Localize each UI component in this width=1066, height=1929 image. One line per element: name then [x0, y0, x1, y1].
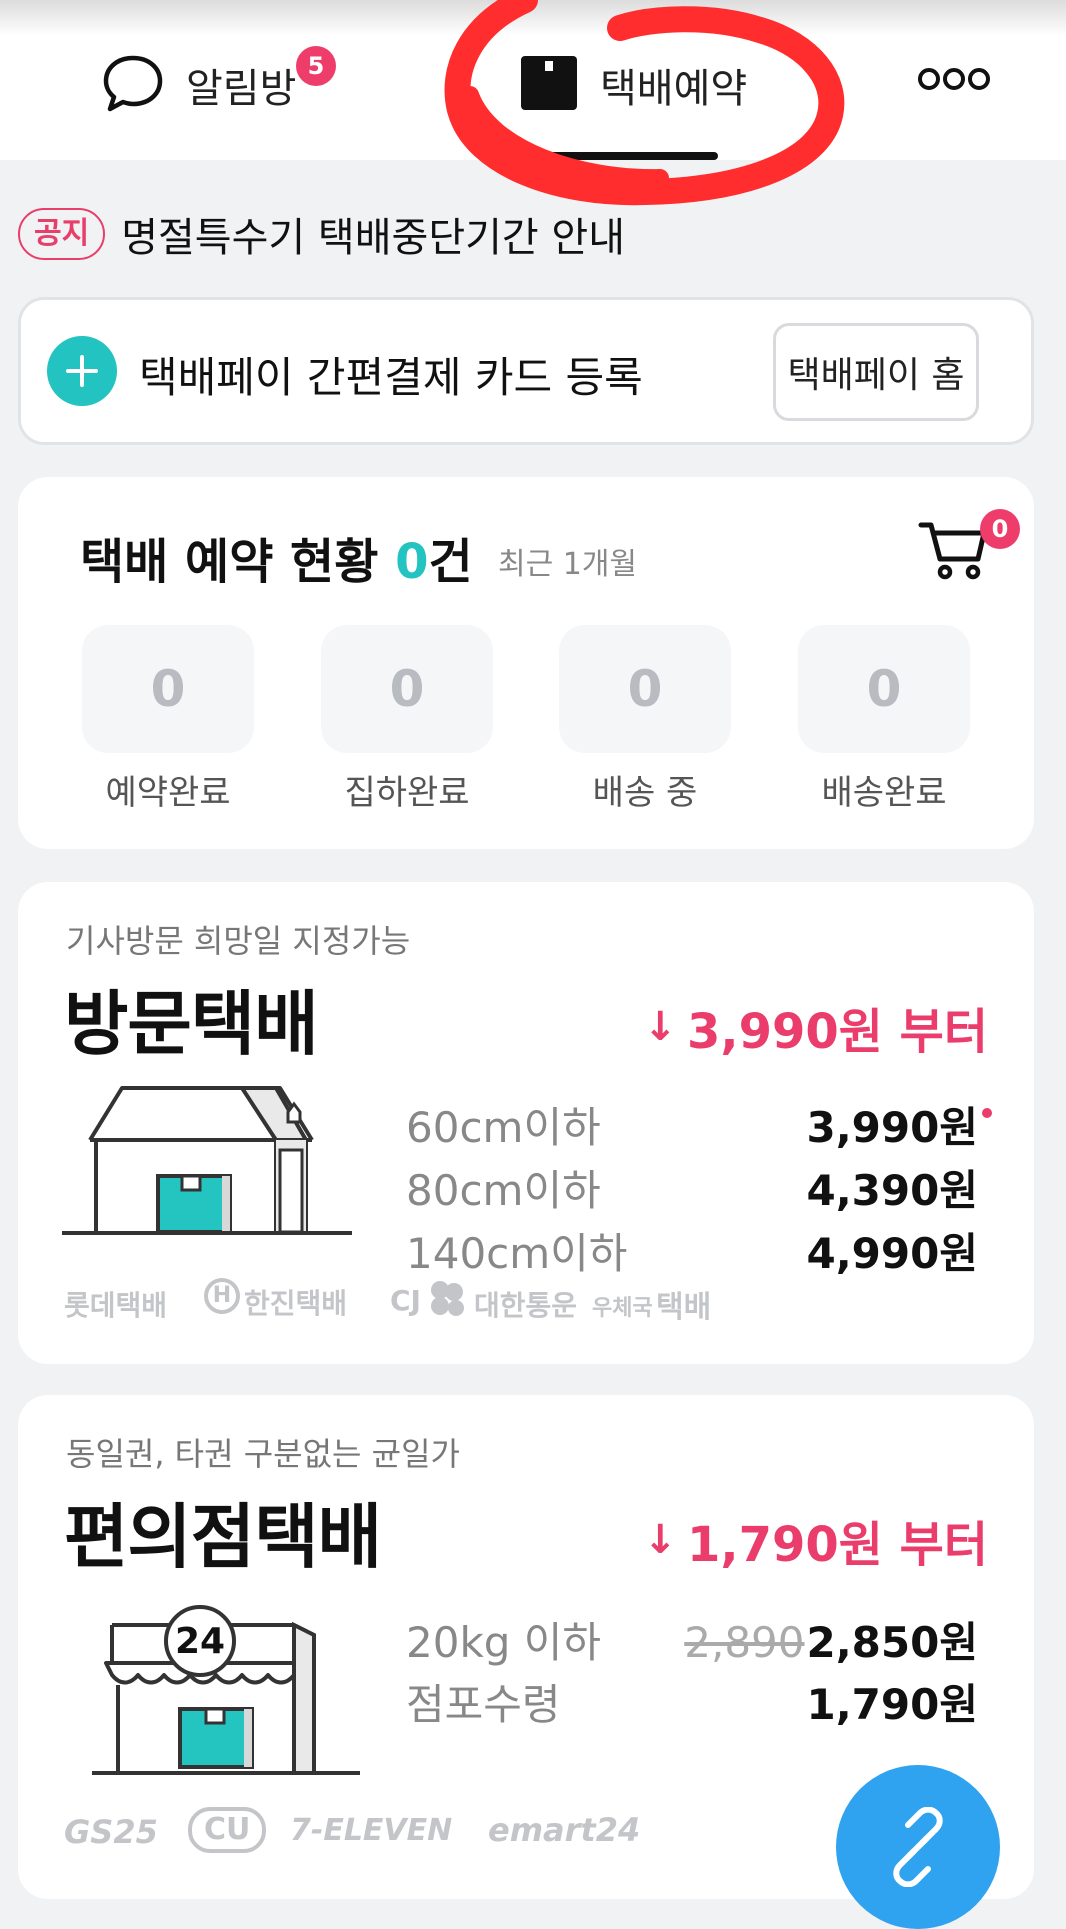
price-row: 140cm이하 4,990원	[406, 1220, 1006, 1280]
price-row: 60cm이하 3,990원	[406, 1094, 1006, 1154]
store-illustration: 24	[62, 1605, 362, 1781]
status-value: 0	[559, 625, 731, 753]
cart-badge: 0	[980, 509, 1020, 549]
status-label: 배송 중	[592, 773, 698, 813]
top-tab-bar: 알림방 5 택배예약	[0, 0, 1066, 160]
lotte-logo: 롯데택배	[64, 1289, 168, 1322]
hanjin-logo: 한진택배	[244, 1287, 348, 1320]
cvs-subtitle: 동일권, 타권 구분없는 균일가	[66, 1435, 460, 1473]
visit-subtitle: 기사방문 희망일 지정가능	[66, 922, 411, 960]
pickup-label: 점포수령	[406, 1680, 561, 1729]
arrow-down-icon: ↓	[643, 1004, 677, 1050]
status-value: 0	[321, 625, 493, 753]
cvs-from-price-text: 1,790원 부터	[686, 1517, 988, 1573]
status-delivered[interactable]: 0 배송완료	[798, 625, 970, 814]
hanjin-mark-icon: H	[204, 1278, 240, 1314]
cvs-from-price: ↓ 1,790원 부터	[643, 1505, 988, 1575]
share-link-button[interactable]	[836, 1765, 1000, 1929]
size-label: 80cm이하	[406, 1166, 601, 1215]
price-value: 2,8902,850원	[684, 1609, 978, 1670]
add-card-button[interactable]	[47, 336, 117, 406]
tab-parcel-booking-label: 택배예약	[600, 66, 748, 112]
status-title-text: 택배 예약 현황	[80, 534, 396, 590]
store-sign: 24	[174, 1621, 226, 1662]
notice-text: 명절특수기 택배중단기간 안내	[121, 215, 626, 261]
new-price: 2,850원	[806, 1618, 979, 1667]
status-period: 최근 1개월	[498, 547, 638, 582]
arrow-down-icon: ↓	[643, 1517, 677, 1563]
cart-button[interactable]: 0	[918, 509, 1020, 585]
register-card-link[interactable]: 택배페이 간편결제 카드 등록	[139, 344, 643, 405]
tab-parcel-booking[interactable]: 택배예약	[520, 50, 747, 120]
status-value: 0	[798, 625, 970, 753]
gs25-logo: GS25	[64, 1813, 158, 1851]
house-illustration	[62, 1086, 352, 1235]
more-icon[interactable]	[918, 68, 990, 90]
status-in-transit[interactable]: 0 배송 중	[559, 625, 731, 814]
status-picked-up[interactable]: 0 집하완료	[321, 625, 493, 814]
tab-notifications[interactable]: 알림방 5	[102, 46, 336, 120]
status-value: 0	[82, 625, 254, 753]
notice-tag: 공지	[18, 208, 106, 260]
emart24-logo: emart24	[488, 1811, 641, 1849]
size-label: 60cm이하	[406, 1103, 601, 1152]
status-unit: 건	[428, 534, 473, 590]
status-title: 택배 예약 현황 0건	[80, 522, 473, 592]
tab-notifications-label: 알림방	[186, 66, 297, 112]
size-label: 140cm이하	[406, 1229, 628, 1278]
box-icon	[520, 55, 578, 115]
seven-eleven-logo: 7-ELEVEN	[290, 1813, 453, 1848]
weight-label: 20kg 이하	[406, 1618, 602, 1667]
old-price: 2,890	[684, 1618, 805, 1667]
cvs-title: 편의점택배	[64, 1496, 382, 1578]
status-shadow	[0, 0, 1066, 36]
status-reserved[interactable]: 0 예약완료	[82, 625, 254, 814]
booking-status-card: 택배 예약 현황 0건 최근 1개월 0 0 예약완료 0 집하완료 0 배송 …	[18, 477, 1034, 849]
status-label: 배송완료	[821, 773, 947, 813]
status-count: 0	[395, 534, 429, 590]
visit-from-price-text: 3,990원 부터	[686, 1004, 988, 1060]
visit-from-price: ↓ 3,990원 부터	[643, 992, 988, 1062]
cj-logo: CJ	[390, 1284, 421, 1317]
link-icon	[893, 1807, 943, 1887]
notice-banner[interactable]: 공지 명절특수기 택배중단기간 안내	[18, 205, 625, 263]
chat-bubble-icon	[102, 52, 164, 118]
price-row: 점포수령 1,790원	[406, 1671, 1006, 1731]
plus-icon	[66, 355, 98, 387]
cj-daehan-logo: 대한통운	[474, 1289, 578, 1322]
cart-icon	[918, 522, 987, 580]
price-value: 3,990원	[806, 1103, 979, 1152]
visit-title: 방문택배	[64, 983, 319, 1065]
price-value: 4,990원	[806, 1229, 979, 1278]
price-row: 20kg 이하 2,8902,850원	[406, 1609, 1006, 1669]
notification-badge: 5	[296, 46, 336, 86]
visit-parcel-card[interactable]: 기사방문 희망일 지정가능 방문택배 ↓ 3,990원 부터 60cm이하 3,…	[18, 882, 1034, 1364]
highlight-dot	[982, 1108, 992, 1118]
epost-logo: 택배	[656, 1290, 712, 1325]
active-tab-indicator	[517, 152, 718, 160]
price-value: 4,390원	[806, 1166, 979, 1215]
cj-flower-icon	[431, 1281, 464, 1316]
pay-home-button[interactable]: 택배페이 홈	[773, 323, 979, 421]
price-value: 1,790원	[806, 1680, 979, 1729]
status-label: 예약완료	[105, 773, 231, 813]
cu-logo: CU	[188, 1807, 267, 1853]
price-row: 80cm이하 4,390원	[406, 1157, 1006, 1217]
status-label: 집하완료	[344, 773, 470, 813]
epost-logo-small: 우체국	[592, 1296, 653, 1321]
pay-card: 택배페이 간편결제 카드 등록 택배페이 홈	[18, 297, 1034, 445]
